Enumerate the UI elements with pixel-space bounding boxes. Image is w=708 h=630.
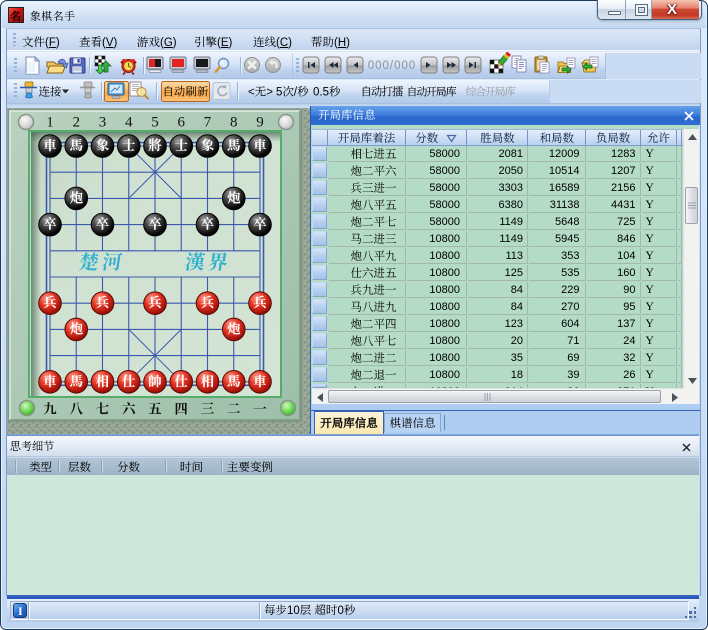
svg-text:車: 車: [253, 134, 267, 154]
svg-text:車: 車: [253, 370, 267, 390]
svg-text:炮: 炮: [70, 186, 84, 206]
svg-text:一: 一: [253, 398, 267, 418]
svg-text:漢界: 漢界: [184, 246, 234, 275]
svg-text:將: 將: [148, 134, 162, 154]
svg-text:車: 車: [43, 134, 57, 154]
svg-text:相: 相: [201, 370, 215, 390]
svg-text:<无>5次/秒0.5秒: <无>5次/秒0.5秒: [248, 84, 341, 100]
svg-text:1: 1: [46, 115, 54, 131]
svg-text:7: 7: [204, 115, 212, 131]
svg-text:馬: 馬: [70, 134, 84, 154]
svg-text:卒: 卒: [43, 213, 57, 233]
svg-text:士: 士: [122, 134, 136, 154]
svg-text:连接: 连接: [39, 84, 62, 100]
svg-text:4: 4: [125, 115, 133, 131]
svg-text:七: 七: [96, 398, 110, 418]
svg-text:9: 9: [256, 115, 264, 131]
svg-text:兵: 兵: [201, 291, 215, 311]
svg-text:8: 8: [230, 115, 238, 131]
svg-text:二: 二: [227, 398, 241, 418]
svg-text:炮: 炮: [70, 317, 84, 337]
svg-text:兵: 兵: [148, 291, 162, 311]
svg-text:2: 2: [73, 115, 81, 131]
svg-text:炮: 炮: [227, 317, 241, 337]
svg-text:卒: 卒: [201, 213, 215, 233]
svg-text:5: 5: [151, 115, 159, 131]
svg-text:車: 車: [43, 370, 57, 390]
svg-text:6: 6: [178, 115, 186, 131]
svg-text:五: 五: [148, 398, 162, 418]
svg-text:士: 士: [175, 134, 189, 154]
svg-text:楚河: 楚河: [78, 246, 128, 275]
svg-text:卒: 卒: [96, 213, 110, 233]
svg-text:馬: 馬: [70, 370, 84, 390]
svg-text:炮: 炮: [227, 186, 241, 206]
svg-text:仕: 仕: [175, 370, 189, 390]
svg-text:自动刷新: 自动刷新: [163, 84, 209, 100]
svg-text:自动打擂: 自动打擂: [361, 84, 405, 100]
svg-text:象: 象: [96, 134, 110, 154]
svg-text:自动开局库: 自动开局库: [407, 84, 457, 100]
svg-text:3: 3: [99, 115, 107, 131]
svg-text:兵: 兵: [96, 291, 110, 311]
svg-text:综合开局库: 综合开局库: [466, 84, 516, 100]
svg-text:九: 九: [43, 398, 57, 418]
svg-text:三: 三: [201, 398, 215, 418]
svg-text:兵: 兵: [253, 291, 267, 311]
svg-text:卒: 卒: [148, 213, 162, 233]
svg-text:000/000: 000/000: [368, 60, 417, 72]
svg-text:仕: 仕: [122, 370, 136, 390]
svg-text:馬: 馬: [227, 370, 241, 390]
svg-text:卒: 卒: [253, 213, 267, 233]
svg-text:象: 象: [201, 134, 215, 154]
svg-text:八: 八: [70, 398, 84, 418]
svg-text:帥: 帥: [148, 370, 162, 390]
svg-text:相: 相: [96, 370, 110, 390]
svg-text:馬: 馬: [227, 134, 241, 154]
svg-text:四: 四: [175, 398, 189, 418]
svg-text:兵: 兵: [43, 291, 57, 311]
svg-text:六: 六: [122, 398, 136, 418]
